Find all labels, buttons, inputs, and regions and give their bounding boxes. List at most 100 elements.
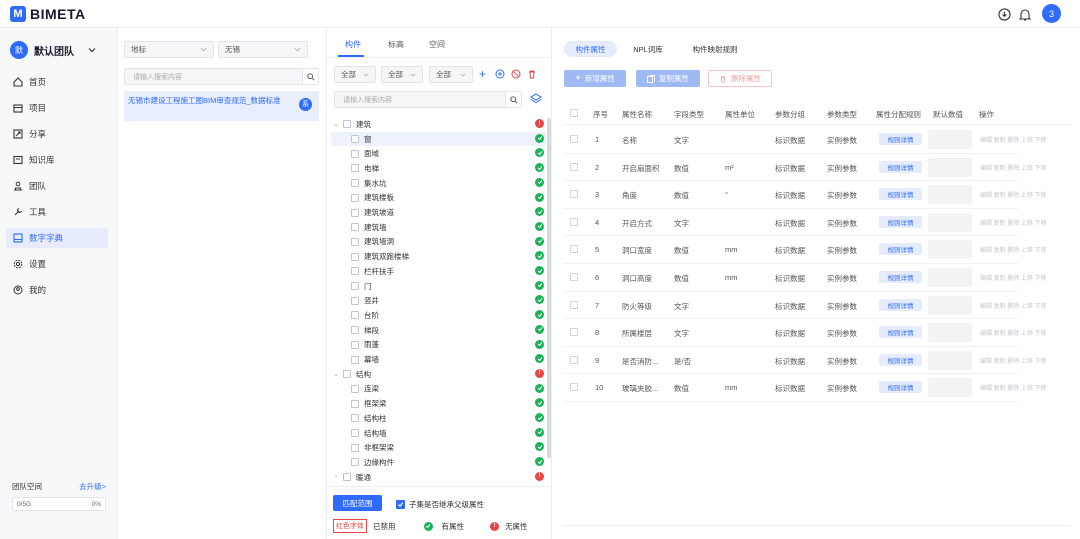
rule-detail-button[interactable]: 规则详情: [879, 326, 922, 339]
table-row[interactable]: 7 防火等级 文字 标识数据 实例参数 规则详情 编辑 复制 删除 上移 下移: [563, 292, 1047, 320]
tree-checkbox[interactable]: [351, 164, 359, 173]
row-actions[interactable]: 编辑 复制 删除 上移 下移: [980, 356, 1047, 365]
tree-checkbox[interactable]: [343, 120, 351, 129]
standard-item[interactable]: 无锡市建设工程施工图BIM审查规范_数据标准 系: [124, 91, 319, 121]
copy-attribute-button[interactable]: 复制属性: [636, 70, 700, 87]
tree-item[interactable]: 结构柱: [331, 411, 546, 426]
standards-search-input[interactable]: 请输入搜索内容: [125, 72, 302, 82]
add-attribute-button[interactable]: + 新增属性: [564, 70, 626, 87]
tree-checkbox[interactable]: [351, 340, 359, 349]
rule-detail-button[interactable]: 规则详情: [879, 271, 922, 283]
default-value-field[interactable]: [928, 130, 972, 149]
tree-item[interactable]: 门: [331, 279, 546, 294]
tree-checkbox[interactable]: [351, 237, 359, 246]
table-row[interactable]: 1 名称 文字 标识数据 实例参数 规则详情 编辑 复制 删除 上移 下移: [563, 126, 1047, 154]
row-checkbox[interactable]: [570, 135, 578, 143]
sidebar-item-project[interactable]: 项目: [6, 98, 108, 118]
component-search[interactable]: 请输入搜索内容: [334, 91, 522, 108]
tree-checkbox[interactable]: [351, 282, 359, 291]
tree-item[interactable]: 窗: [331, 131, 546, 147]
tree-checkbox[interactable]: [351, 311, 359, 320]
row-checkbox[interactable]: [570, 245, 578, 254]
tree-checkbox[interactable]: [351, 252, 359, 261]
tree-checkbox[interactable]: [351, 149, 359, 158]
region-type-select[interactable]: 地标: [124, 41, 214, 58]
chevron-down-icon[interactable]: ⌄: [331, 371, 341, 378]
default-value-field[interactable]: [928, 185, 972, 205]
app-logo[interactable]: M BIMETA: [10, 5, 86, 23]
trash-icon[interactable]: [527, 69, 537, 79]
search-icon[interactable]: [302, 69, 318, 84]
layers-icon[interactable]: [530, 93, 542, 105]
tree-checkbox[interactable]: [351, 443, 359, 452]
chevron-down-icon[interactable]: ⌄: [331, 121, 341, 128]
tree-checkbox[interactable]: [351, 458, 359, 467]
component-search-input[interactable]: 请输入搜索内容: [335, 95, 505, 105]
tree-item[interactable]: 台阶: [331, 308, 546, 323]
tree-item[interactable]: 连梁: [331, 382, 546, 397]
tab-npl-lexicon[interactable]: NPL词库: [626, 41, 670, 57]
sidebar-item-profile[interactable]: 我的: [6, 280, 108, 300]
tree-item[interactable]: 边缘构件: [331, 455, 546, 470]
tree-group[interactable]: ⌄ 建筑!: [331, 117, 546, 132]
city-select[interactable]: 无锡: [218, 41, 308, 58]
tree-item[interactable]: 结构墙: [331, 426, 546, 441]
table-row[interactable]: 3 角度 数值 ° 标识数据 实例参数 规则详情 编辑 复制 删除 上移 下移: [563, 181, 1047, 209]
tree-item[interactable]: 建筑墙洞: [331, 235, 546, 250]
sidebar-item-settings[interactable]: 设置: [6, 254, 108, 274]
sidebar-item-dictionary[interactable]: 数字字典: [6, 228, 108, 248]
tree-item[interactable]: 建筑墙: [331, 220, 546, 235]
filter-select-1[interactable]: 全部: [334, 66, 376, 83]
tree-item[interactable]: 框架梁: [331, 396, 546, 411]
default-value-field[interactable]: [928, 268, 972, 287]
inherit-checkbox[interactable]: [396, 500, 405, 509]
tree-item[interactable]: 竖井: [331, 293, 546, 308]
sidebar-item-home[interactable]: 首页: [6, 72, 108, 92]
tree-checkbox[interactable]: [351, 223, 359, 232]
table-row[interactable]: 10 玻璃夹胶... 数值 mm 标识数据 实例参数 规则详情 编辑 复制 删除 上移 下移: [563, 374, 1047, 402]
tree-checkbox[interactable]: [351, 135, 359, 144]
add-circle-icon[interactable]: [495, 69, 505, 79]
tree-checkbox[interactable]: [351, 429, 359, 438]
row-actions[interactable]: 编辑 复制 删除 上移 下移: [980, 383, 1047, 392]
tree-group[interactable]: ⌄ 结构!: [331, 367, 546, 382]
tab-mapping-rules[interactable]: 构件映射规则: [683, 41, 747, 57]
standards-search[interactable]: 请输入搜索内容: [124, 68, 319, 85]
rule-detail-button[interactable]: 规则详情: [879, 298, 922, 311]
tree-item[interactable]: 幕墙: [331, 352, 546, 367]
tree-checkbox[interactable]: [351, 355, 359, 364]
table-row[interactable]: 6 洞口高度 数值 mm 标识数据 实例参数 规则详情 编辑 复制 删除 上移 下移: [563, 264, 1047, 292]
default-value-field[interactable]: [928, 212, 972, 232]
table-row[interactable]: 9 是否消防... 是/否 标识数据 实例参数 规则详情 编辑 复制 删除 上移 下移: [563, 347, 1047, 375]
cloud-download-icon[interactable]: [996, 6, 1012, 22]
table-row[interactable]: 5 洞口宽度 数值 mm 标识数据 实例参数 规则详情 编辑 复制 删除 上移 下移: [563, 236, 1047, 264]
tree-checkbox[interactable]: [351, 326, 359, 335]
tab-space[interactable]: 空间: [429, 39, 445, 50]
default-value-field[interactable]: [928, 295, 972, 315]
chevron-right-icon[interactable]: ›: [331, 474, 341, 480]
tree-checkbox[interactable]: [351, 296, 359, 305]
tree-item[interactable]: 栏杆扶手: [331, 264, 546, 279]
search-icon[interactable]: [505, 92, 521, 107]
default-value-field[interactable]: [928, 240, 972, 260]
tree-checkbox[interactable]: [351, 414, 359, 423]
tree-item[interactable]: 集水坑: [331, 176, 546, 191]
rule-detail-button[interactable]: 规则详情: [879, 133, 922, 145]
delete-attribute-button[interactable]: 删除属性: [708, 70, 772, 87]
tree-item[interactable]: 电梯: [331, 161, 546, 176]
tree-checkbox[interactable]: [351, 384, 359, 393]
rule-detail-button[interactable]: 规则详情: [879, 243, 922, 256]
tree-checkbox[interactable]: [351, 399, 359, 408]
row-actions[interactable]: 编辑 复制 删除 上移 下移: [980, 328, 1047, 337]
bell-icon[interactable]: [1017, 6, 1033, 22]
tree-item[interactable]: 非框架梁: [331, 440, 546, 455]
team-switcher[interactable]: 默 默认团队: [10, 41, 96, 59]
rule-detail-button[interactable]: 规则详情: [879, 381, 922, 394]
match-range-button[interactable]: 匹配范围: [333, 495, 382, 511]
table-row[interactable]: 4 开启方式 文字 标识数据 实例参数 规则详情 编辑 复制 删除 上移 下移: [563, 209, 1047, 237]
tree-checkbox[interactable]: [343, 473, 351, 482]
user-avatar[interactable]: 3: [1042, 4, 1061, 23]
row-checkbox[interactable]: [570, 162, 578, 171]
tab-level[interactable]: 标高: [388, 39, 404, 50]
row-actions[interactable]: 编辑 复制 删除 上移 下移: [980, 245, 1047, 254]
